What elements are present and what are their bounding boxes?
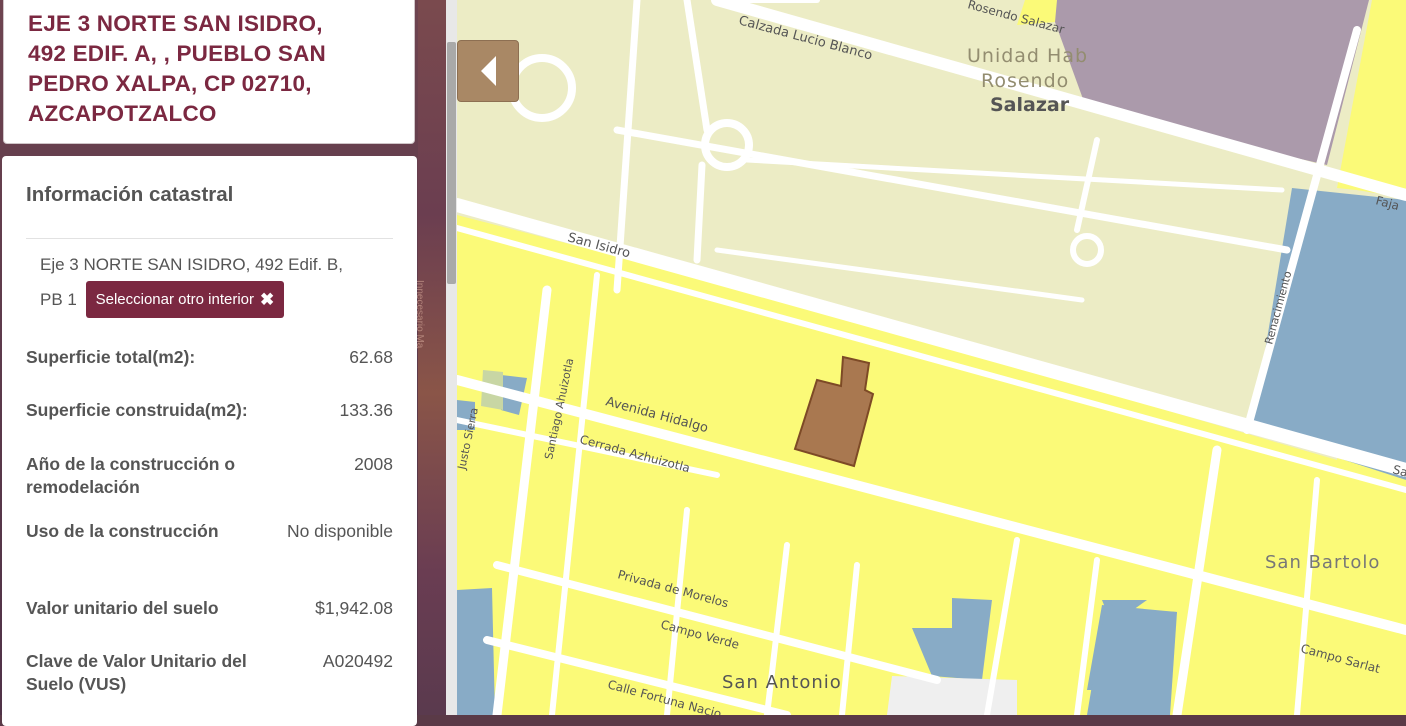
select-other-unit-button[interactable]: Seleccionar otro interior ✖ <box>85 281 285 318</box>
map-strip <box>418 0 446 715</box>
map-view[interactable]: Calzada Lucio Blanco Rosendo Salazar Uni… <box>457 0 1406 715</box>
address-line-4: AZCAPOTZALCO <box>28 101 217 126</box>
select-button-label: Seleccionar otro interior <box>95 291 255 308</box>
map-canvas[interactable]: Calzada Lucio Blanco Rosendo Salazar Uni… <box>457 0 1406 715</box>
close-icon: ✖ <box>260 289 275 309</box>
field-label: Valor unitario del suelo <box>26 598 219 618</box>
unit-suffix: PB 1 <box>40 290 77 309</box>
address-card: EJE 3 NORTE SAN ISIDRO, 492 EDIF. A, , P… <box>3 0 415 144</box>
field-label: Clave de Valor Unitario del Suelo (VUS) <box>26 651 247 694</box>
unit-prefix: Eje 3 NORTE SAN ISIDRO, 492 Edif. B, <box>40 255 343 274</box>
label-unidad-3: Salazar <box>990 94 1070 116</box>
collapse-panel-button[interactable] <box>457 40 519 102</box>
field-value: 133.36 <box>339 400 393 420</box>
address-title: EJE 3 NORTE SAN ISIDRO, 492 EDIF. A, , P… <box>28 9 390 129</box>
caret-left-icon <box>480 56 496 86</box>
field-label: Superficie total(m2): <box>26 347 196 367</box>
label-unidad-1: Unidad Hab <box>967 45 1088 67</box>
info-title: Información catastral <box>26 183 234 206</box>
field-row: Año de la construcción o remodelación 20… <box>26 453 393 499</box>
unit-description: Eje 3 NORTE SAN ISIDRO, 492 Edif. B, PB … <box>40 239 393 318</box>
field-value: A020492 <box>322 651 393 671</box>
address-line-2: 492 EDIF. A, , PUEBLO SAN <box>28 41 326 66</box>
cadastral-info-card: Información catastral Eje 3 NORTE SAN IS… <box>2 156 417 726</box>
field-label: Uso de la construcción <box>26 521 219 541</box>
field-row: Superficie total(m2): 62.68 <box>26 346 393 369</box>
label-san-antonio: San Antonio <box>722 672 842 693</box>
block-grey <box>887 676 1017 715</box>
field-value: $1,942.08 <box>315 598 393 618</box>
field-label: Año de la construcción o remodelación <box>26 454 236 497</box>
block-blue <box>457 588 495 715</box>
field-value: 2008 <box>354 454 393 474</box>
field-row: Superficie construida(m2): 133.36 <box>26 399 393 422</box>
label-unidad-2: Rosendo <box>981 70 1069 92</box>
field-row: Uso de la construcción No disponible <box>26 520 393 543</box>
panel-scrollbar-thumb[interactable] <box>447 42 456 284</box>
field-value: No disponible <box>286 521 393 541</box>
field-value: 62.68 <box>349 347 393 367</box>
field-label: Superficie construida(m2): <box>26 400 248 420</box>
address-line-3: PEDRO XALPA, CP 02710, <box>28 71 312 96</box>
address-line-1: EJE 3 NORTE SAN ISIDRO, <box>28 11 323 36</box>
field-row: Valor unitario del suelo $1,942.08 <box>26 597 393 620</box>
field-row: Clave de Valor Unitario del Suelo (VUS) … <box>26 650 393 696</box>
label-san-bartolo: San Bartolo <box>1265 552 1380 573</box>
